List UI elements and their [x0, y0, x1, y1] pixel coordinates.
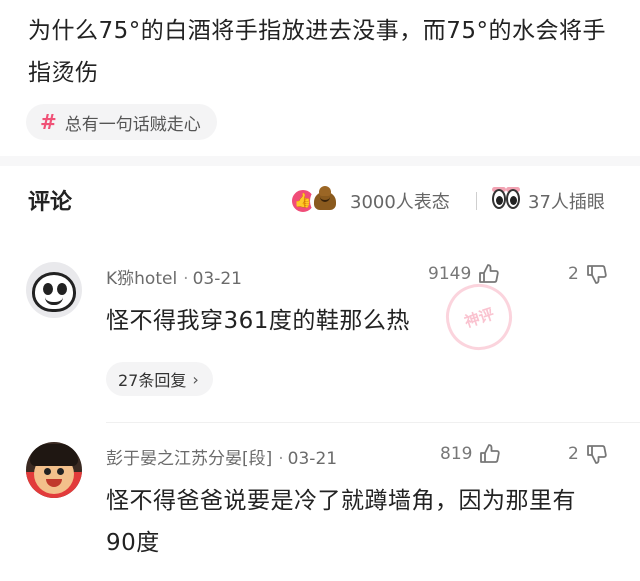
eyes-icon[interactable] — [492, 187, 522, 211]
thumbs-up-icon — [479, 264, 499, 283]
poop-icon — [310, 186, 340, 216]
chevron-right-icon: › — [192, 369, 199, 389]
like-button[interactable]: 819 — [440, 442, 502, 466]
thumbs-down-icon — [586, 445, 607, 464]
comments-header: 评论 👍 3000人表态 37人插眼 — [0, 166, 640, 234]
post-title: 为什么75°的白酒将手指放进去没事，而75°的水会将手指烫伤 — [28, 18, 607, 86]
reaction-icons[interactable]: 👍 — [290, 186, 346, 216]
replies-label: 27条回复 — [118, 371, 187, 390]
thumbs-down-icon — [586, 265, 607, 284]
topic-label: 总有一句话贼走心 — [64, 114, 201, 135]
comment-meta: 彭于晏之江苏分晏[段] · 03-21 — [106, 449, 338, 469]
interject-count[interactable]: 37人插眼 — [528, 188, 605, 214]
reaction-count[interactable]: 3000人表态 — [350, 188, 450, 214]
row-divider — [106, 422, 640, 423]
replies-button[interactable]: 27条回复 › — [106, 362, 213, 396]
avatar[interactable] — [26, 442, 82, 498]
comment-text: 怪不得我穿361度的鞋那么热 — [106, 308, 410, 334]
comments-title: 评论 — [28, 190, 73, 215]
comment-item: 彭于晏之江苏分晏[段] · 03-21 819 2 怪不得爸爸说要是冷了就蹲墙角，因… — [0, 428, 640, 581]
comment-meta: K猕hotel · 03-21 — [106, 269, 242, 289]
topic-chip[interactable]: # 总有一句话贼走心 — [26, 104, 217, 140]
comment-username[interactable]: 彭于晏之江苏分晏[段] — [106, 449, 272, 469]
like-button[interactable]: 9149 — [428, 262, 501, 286]
like-count: 9149 — [428, 264, 472, 284]
dislike-count: 2 — [568, 264, 579, 284]
comment-text: 怪不得爸爸说要是冷了就蹲墙角，因为那里有90度 — [106, 488, 576, 556]
section-divider — [0, 156, 640, 166]
dislike-button[interactable]: 2 — [568, 442, 609, 466]
like-count: 819 — [440, 444, 473, 464]
comment-date: 03-21 — [192, 269, 242, 289]
thumbs-up-icon — [480, 444, 501, 463]
dislike-button[interactable]: 2 — [568, 262, 609, 286]
hash-icon: # — [40, 110, 57, 134]
header-separator — [476, 192, 477, 210]
dislike-count: 2 — [568, 444, 579, 464]
avatar[interactable] — [26, 262, 82, 318]
comment-username[interactable]: K猕hotel — [106, 269, 177, 289]
comment-item: K猕hotel · 03-21 9149 2 怪不得我穿361度的鞋那么热 27条回… — [0, 248, 640, 418]
comment-date: 03-21 — [287, 449, 338, 469]
